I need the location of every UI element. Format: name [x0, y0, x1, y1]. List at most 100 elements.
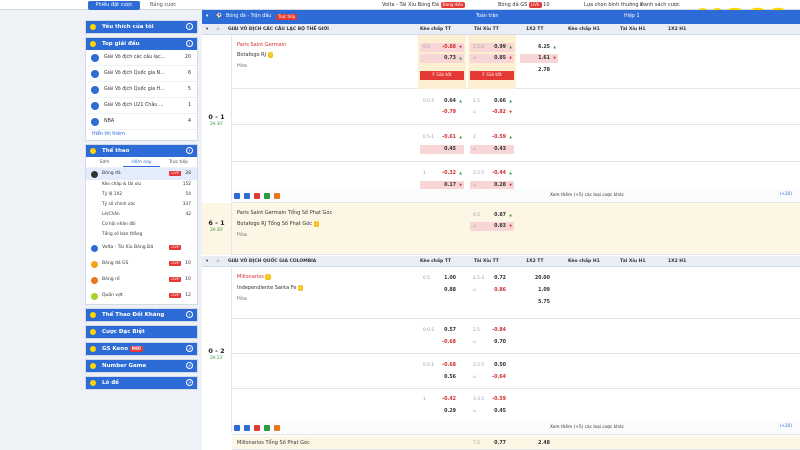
chevron-down-icon[interactable]: ▾ [206, 24, 208, 35]
more-plus-link[interactable]: (+20) [780, 192, 792, 197]
live-game-gs[interactable]: Bóng đá GS LIVE 10 [498, 0, 550, 10]
sidebar-league[interactable]: Giải Vô địch U21 Châu ... 1 [86, 98, 197, 114]
stats-icon[interactable] [234, 425, 240, 431]
live-tv-icon[interactable] [244, 425, 250, 431]
market-item[interactable]: Tổng số bàn thắng [86, 230, 197, 240]
odds-cell[interactable]: 1 -0.42 [420, 395, 464, 404]
boost-button[interactable]: F Giá tốt [470, 71, 514, 80]
odds-cell[interactable]: 0.5-1 -0.61 ▲ [420, 133, 464, 142]
odds-cell[interactable]: 0.45 [420, 145, 464, 154]
live-game-volta[interactable]: Volta - Tài Xỉu Bóng Đá Đang diễn [382, 0, 466, 10]
more-plus-link[interactable]: (+20) [780, 424, 792, 429]
gs-keno-header[interactable]: GS Keno MỚI ↗ [86, 343, 197, 355]
away-team[interactable]: Independiente Santa Fe i [237, 285, 304, 291]
odds-cell[interactable]: 2-2.5 0.50 [470, 361, 514, 370]
odds-cell[interactable]: 1.5 0.66 ▲ [470, 97, 514, 106]
sort-select[interactable]: Lựa chọn bình thường ▾ [584, 0, 643, 10]
odds-cell[interactable]: 0.56 [420, 373, 464, 382]
odds-cell[interactable]: u 0.86 [470, 286, 514, 295]
show-more-link[interactable]: Hiển thị thêm [86, 130, 197, 140]
odds-cell[interactable]: 9.5 0.87 ▲ [470, 211, 514, 220]
sidebar-league[interactable]: Giải Vô địch Quốc gia H... 5 [86, 82, 197, 98]
odds-cell[interactable]: -0.79 [420, 108, 464, 117]
league-header[interactable]: ▾ ☆ GIẢI VÔ ĐỊCH QUỐC GIA COLOMBIA Kèo c… [202, 256, 800, 267]
boost-button[interactable]: F Giá tốt [420, 71, 464, 80]
odds-cell[interactable]: 2.5-3 0.72 [470, 274, 514, 283]
tab-bet-slip[interactable]: Phiếu đặt cược [88, 1, 140, 10]
sports-header[interactable]: Thể thao ‹ [86, 145, 197, 157]
odds-cell[interactable]: 0.88 [420, 286, 464, 295]
odds-cell[interactable]: 20.00 [520, 274, 558, 283]
more-bets-link[interactable]: Xem thêm (+5) các loại cược khác [550, 421, 624, 435]
odds-cell[interactable]: 7.5 0.77 [470, 439, 514, 448]
more-bets-link[interactable]: Xem thêm (+5) các loại cược khác [550, 189, 624, 203]
bet-list-link[interactable]: Danh sách cược [640, 0, 680, 10]
odds-cell[interactable]: u -0.82 ▼ [470, 108, 514, 117]
home-team[interactable]: Millonarios Tổng Số Phạt Góc [237, 440, 310, 446]
sport-volta[interactable]: Volta - Tài Xỉu Bóng Đá LIVE [86, 240, 197, 256]
odds-cell[interactable]: u 0.85 ▼ [470, 54, 514, 63]
odds-cell[interactable]: u -0.64 [470, 373, 514, 382]
odds-cell[interactable]: u 0.43 [470, 145, 514, 154]
tab-live[interactable]: Trực tiếp [160, 157, 197, 167]
collapse-icon[interactable]: ‹ [186, 147, 193, 154]
tab-early[interactable]: Sớm [86, 157, 123, 167]
league-header[interactable]: ▾ ☆ GIẢI VÔ ĐỊCH CÁC CÂU LẠC BỘ THẾ GIỚI… [202, 24, 800, 35]
fire-icon[interactable] [274, 425, 280, 431]
external-link-icon[interactable]: ↗ [186, 345, 193, 352]
odds-cell[interactable]: 2.48 [520, 439, 558, 448]
market-item[interactable]: Lẻ/Chẵn 42 [86, 210, 197, 220]
home-team[interactable]: Millonarios i [237, 274, 271, 280]
odds-cell[interactable]: 0.5 1.00 [420, 274, 464, 283]
odds-cell[interactable]: 1 -0.32 ▲ [420, 169, 464, 178]
odds-cell[interactable]: 2-2.5 -0.44 ▲ [470, 169, 514, 178]
odds-cell[interactable]: u 0.45 [470, 407, 514, 416]
odds-cell[interactable]: 0.73 ▲ [420, 54, 464, 63]
odds-cell[interactable]: u 0.70 [470, 338, 514, 347]
chart-icon[interactable] [254, 193, 260, 199]
sport-basketball[interactable]: Bóng rổ LIVE 10 [86, 272, 197, 288]
away-team[interactable]: Botafogo RJ Tổng Số Phạt Góc i [237, 221, 319, 227]
odds-cell[interactable]: 5.75 [520, 298, 558, 307]
tab-today[interactable]: Hôm nay [123, 157, 160, 167]
odds-cell[interactable]: 0.5 -0.88 ▼ [420, 43, 464, 52]
odds-cell[interactable]: 2.5 -0.84 [470, 326, 514, 335]
chevron-down-icon[interactable]: ▾ [206, 256, 208, 267]
odds-cell[interactable]: 0.29 [420, 407, 464, 416]
special-bets-header[interactable]: Cược Đặc Biệt [86, 326, 197, 338]
fire-icon[interactable] [274, 193, 280, 199]
lotto-header[interactable]: Lô đề ↗ [86, 377, 197, 389]
market-item[interactable]: Tỷ lệ 1X2 54 [86, 190, 197, 200]
odds-cell[interactable]: 0.5-1 -0.68 [420, 361, 464, 370]
pitch-icon[interactable] [264, 193, 270, 199]
sport-gs-football[interactable]: Bóng đá GS LIVE 10 [86, 256, 197, 272]
top-leagues-header[interactable]: Top giải đấu ‹ [86, 38, 197, 50]
stats-icon[interactable] [234, 193, 240, 199]
odds-cell[interactable]: 3-3.5 -0.59 [470, 395, 514, 404]
external-link-icon[interactable]: ↗ [186, 362, 193, 369]
home-team[interactable]: Paris Saint Germain [237, 42, 286, 48]
odds-cell[interactable]: -0.68 [420, 338, 464, 347]
home-team[interactable]: Paris Saint Germain Tổng Số Phạt Góc [237, 210, 332, 216]
collapse-all-icon[interactable]: ▾ [206, 10, 208, 24]
odds-cell[interactable]: 2 -0.59 ▲ [470, 133, 514, 142]
favorites-header[interactable]: Yêu thích của tôi › [86, 21, 197, 33]
odds-cell[interactable]: 1.5-2 0.99 ▲ [470, 43, 514, 52]
external-link-icon[interactable]: ↗ [186, 379, 193, 386]
number-game-header[interactable]: Number Game ↗ [86, 360, 197, 372]
sidebar-league[interactable]: NBA 4 [86, 114, 197, 130]
star-icon[interactable]: ☆ [216, 24, 220, 35]
market-item[interactable]: Tỷ số chính xác 337 [86, 200, 197, 210]
sport-football[interactable]: Bóng đá LIVE 28 [86, 168, 197, 180]
sport-tennis[interactable]: Quần vợt LIVE 12 [86, 288, 197, 304]
market-item[interactable]: Kèo chấp & tài xỉu 152 [86, 180, 197, 190]
odds-cell[interactable]: 1.61 ▼ [520, 54, 558, 63]
expand-icon[interactable]: › [186, 311, 193, 318]
star-icon[interactable]: ☆ [216, 256, 220, 267]
pitch-icon[interactable] [264, 425, 270, 431]
tab-bet-board[interactable]: Bảng cược [146, 1, 186, 10]
sidebar-league[interactable]: Giải Vô địch các câu lạc... 20 [86, 50, 197, 66]
odds-cell[interactable]: 0-0.5 0.64 ▲ [420, 97, 464, 106]
market-item[interactable]: Cơ hội nhân đôi [86, 220, 197, 230]
live-tv-icon[interactable] [244, 193, 250, 199]
